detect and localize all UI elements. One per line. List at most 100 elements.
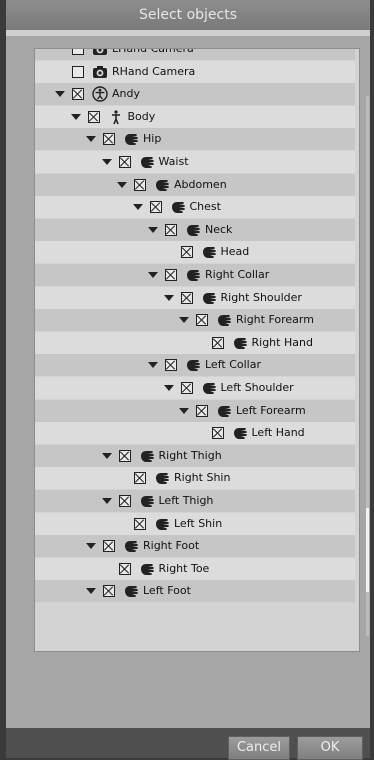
- select-checkbox[interactable]: [165, 359, 177, 372]
- tree-row[interactable]: Andy: [35, 83, 355, 106]
- select-checkbox[interactable]: [134, 517, 146, 530]
- select-checkbox[interactable]: [72, 49, 84, 55]
- expand-arrow-icon[interactable]: [70, 113, 81, 120]
- tree-row[interactable]: Right Toe: [35, 557, 355, 580]
- hand-icon: [139, 154, 155, 170]
- tree-row[interactable]: Hip: [35, 128, 355, 151]
- expand-arrow-icon[interactable]: [86, 136, 96, 143]
- tree-row[interactable]: Body: [35, 105, 355, 128]
- select-checkbox[interactable]: [118, 449, 131, 462]
- tree-row-label: Body: [127, 109, 156, 123]
- tree-row-label: Right Shin: [174, 471, 231, 485]
- select-checkbox[interactable]: [180, 246, 193, 259]
- tree-row[interactable]: LHand Camera: [35, 49, 355, 60]
- tree-row[interactable]: Left Foot: [35, 580, 355, 603]
- select-checkbox[interactable]: [196, 404, 208, 417]
- select-checkbox[interactable]: [103, 133, 115, 146]
- expand-arrow-icon[interactable]: [86, 543, 96, 550]
- select-checkbox[interactable]: [149, 201, 162, 214]
- tree-row[interactable]: Chest: [35, 196, 355, 219]
- tree-row[interactable]: Left Shoulder: [35, 377, 355, 399]
- tree-row[interactable]: Abdomen: [35, 173, 355, 196]
- select-checkbox[interactable]: [196, 314, 208, 327]
- expand-arrow-icon[interactable]: [179, 317, 189, 324]
- hand-icon: [216, 312, 232, 328]
- tree-row-label: Left Shoulder: [220, 381, 294, 394]
- hand-icon: [216, 403, 232, 419]
- select-checkbox[interactable]: [118, 156, 131, 168]
- tree-row-label: Right Foot: [143, 539, 200, 553]
- body-icon: [108, 109, 124, 125]
- object-tree-viewport[interactable]: LHand Camera RHand Camera Andy Body Hip Waist…: [35, 49, 355, 651]
- tree-row[interactable]: Right Shoulder: [35, 286, 355, 309]
- tree-row[interactable]: Left Shin: [35, 512, 355, 535]
- tree-row-label: Chest: [189, 200, 221, 214]
- tree-row-label: Left Forearm: [236, 403, 306, 417]
- tree-row[interactable]: Waist: [35, 151, 355, 173]
- expand-arrow-icon[interactable]: [101, 159, 112, 165]
- select-checkbox[interactable]: [118, 562, 131, 575]
- select-checkbox[interactable]: [134, 472, 146, 485]
- select-checkbox[interactable]: [103, 540, 115, 553]
- tree-row[interactable]: Right Shin: [35, 467, 355, 490]
- cancel-button[interactable]: Cancel: [228, 736, 290, 760]
- expand-arrow-icon[interactable]: [148, 226, 158, 233]
- hand-icon: [123, 538, 139, 554]
- tree-row[interactable]: Right Forearm: [35, 309, 355, 332]
- tree-row[interactable]: Right Collar: [35, 264, 355, 286]
- select-checkbox[interactable]: [103, 585, 115, 598]
- tree-row[interactable]: Left Hand: [35, 422, 355, 445]
- ok-button[interactable]: OK: [297, 736, 363, 760]
- select-checkbox[interactable]: [72, 65, 84, 78]
- hand-icon: [232, 425, 248, 441]
- select-checkbox[interactable]: [118, 495, 131, 507]
- hand-icon: [170, 199, 186, 215]
- select-checkbox[interactable]: [165, 223, 177, 236]
- vertical-scrollbar-thumb[interactable]: [366, 508, 369, 592]
- object-tree: LHand Camera RHand Camera Andy Body Hip Waist…: [34, 48, 360, 652]
- select-checkbox[interactable]: [211, 336, 224, 349]
- select-checkbox[interactable]: [180, 382, 193, 394]
- expand-arrow-icon[interactable]: [163, 385, 174, 391]
- select-checkbox[interactable]: [134, 178, 146, 191]
- tree-row-label: Left Hand: [251, 426, 305, 440]
- hand-icon: [139, 448, 155, 464]
- tree-row[interactable]: Right Foot: [35, 535, 355, 558]
- expand-arrow-icon[interactable]: [101, 498, 112, 504]
- expand-arrow-icon[interactable]: [179, 407, 189, 414]
- hand-icon: [185, 222, 201, 238]
- select-checkbox[interactable]: [87, 110, 100, 123]
- camera-icon: [92, 49, 108, 57]
- tree-row[interactable]: RHand Camera: [35, 60, 355, 83]
- expand-arrow-icon[interactable]: [163, 294, 174, 301]
- tree-row-label: RHand Camera: [112, 64, 196, 78]
- select-checkbox[interactable]: [165, 269, 177, 281]
- tree-row[interactable]: Head: [35, 241, 355, 264]
- expand-arrow-icon[interactable]: [148, 272, 158, 278]
- tree-row[interactable]: Left Forearm: [35, 399, 355, 422]
- hand-icon: [139, 561, 155, 577]
- expand-arrow-icon[interactable]: [132, 204, 143, 211]
- tree-row[interactable]: Right Thigh: [35, 444, 355, 467]
- expand-arrow-icon[interactable]: [148, 362, 158, 369]
- tree-row-label: Right Thigh: [158, 448, 222, 462]
- select-checkbox[interactable]: [211, 427, 224, 440]
- expand-arrow-icon[interactable]: [55, 91, 65, 98]
- select-checkbox[interactable]: [180, 291, 193, 304]
- tree-row-label: Left Collar: [205, 358, 261, 372]
- tree-row-label: Right Shoulder: [220, 290, 302, 304]
- tree-row[interactable]: Neck: [35, 218, 355, 241]
- select-checkbox[interactable]: [72, 88, 84, 101]
- tree-row-label: Right Hand: [251, 335, 313, 349]
- dialog-title: Select objects: [6, 0, 370, 30]
- tree-row[interactable]: Right Hand: [35, 331, 355, 354]
- tree-row[interactable]: Left Collar: [35, 354, 355, 377]
- expand-arrow-icon[interactable]: [101, 452, 112, 459]
- expand-arrow-icon[interactable]: [86, 588, 96, 595]
- tree-row-label: Abdomen: [174, 177, 227, 191]
- tree-row-label: Right Forearm: [236, 313, 314, 327]
- tree-row[interactable]: Left Thigh: [35, 490, 355, 512]
- expand-arrow-icon[interactable]: [117, 181, 127, 188]
- tree-row-label: Left Shin: [174, 516, 223, 530]
- hand-icon: [123, 583, 139, 599]
